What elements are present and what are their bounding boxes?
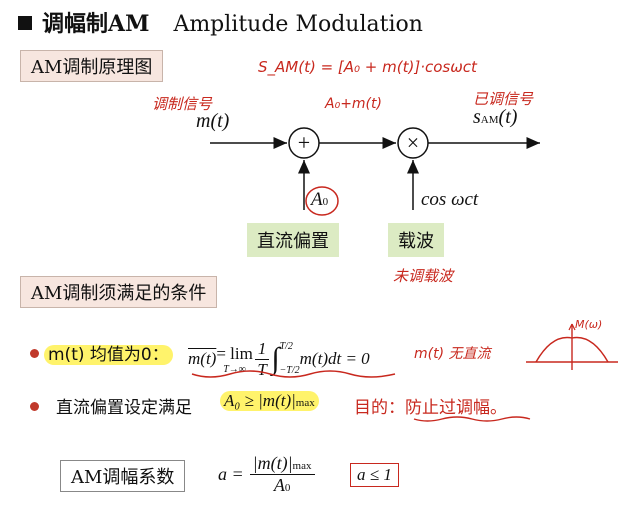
condition-dc-bias: 直流偏置设定满足	[56, 398, 192, 418]
carrier-expression: cos ωct	[421, 189, 479, 210]
spectrum-sketch	[526, 323, 618, 370]
formula-underline	[191, 370, 396, 378]
bullet-icon	[30, 349, 39, 358]
dc-offset-label: A0	[311, 189, 329, 210]
carrier-annotation: 未调载波	[393, 267, 454, 285]
adder-symbol: +	[297, 130, 311, 155]
spectrum-label: M(ω)	[575, 318, 603, 331]
condition-zero-mean: m(t) 均值为0：	[44, 340, 173, 365]
bullet-icon	[30, 402, 39, 411]
condition-zero-mean-label: m(t) 均值为0：	[44, 345, 173, 365]
modulation-block-diagram	[210, 127, 540, 216]
dc-bias-box: 直流偏置	[247, 223, 339, 257]
output-signal-label: sAM(t)	[473, 106, 518, 128]
dc-bias-condition-formula: A₀ ≥ |m(t)|max	[220, 391, 319, 411]
input-signal-label: m(t)	[196, 110, 230, 132]
am-formula-annotation: S_AM(t) = [A₀ + m(t)]·cosωct	[258, 58, 477, 76]
section-label-conditions: AM调制须满足的条件	[20, 276, 218, 308]
purpose-underline	[413, 416, 531, 422]
coefficient-label: AM调幅系数	[60, 460, 186, 492]
no-dc-annotation: m(t) 无直流	[414, 346, 491, 362]
coefficient-formula: a = |m(t)|max A0	[218, 453, 315, 496]
carrier-box: 载波	[388, 223, 444, 257]
multiplier-symbol: ×	[406, 130, 420, 155]
sum-annotation: A₀+m(t)	[325, 96, 382, 112]
coefficient-condition: a ≤ 1	[350, 463, 399, 487]
